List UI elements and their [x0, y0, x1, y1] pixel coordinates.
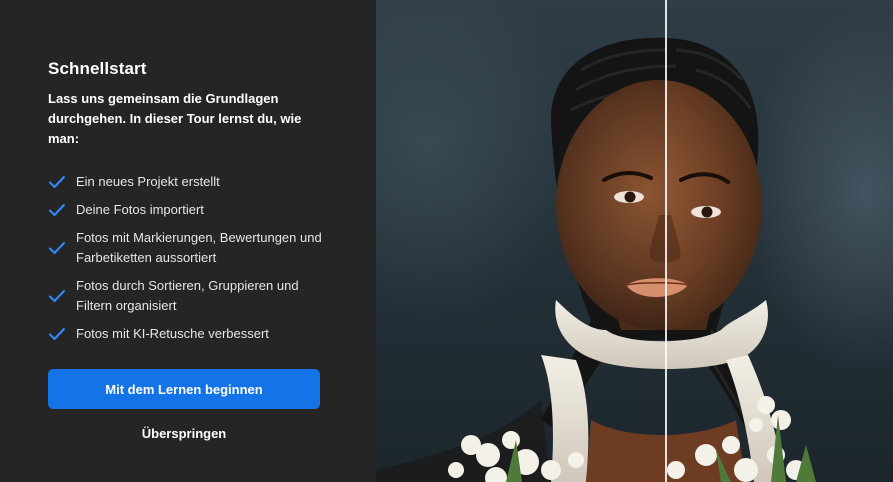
- checklist-item-label: Deine Fotos importiert: [76, 202, 204, 217]
- skip-button[interactable]: Überspringen: [48, 420, 320, 446]
- checklist-item: Deine Fotos importiert: [48, 200, 328, 220]
- checklist-item-label: Fotos durch Sortieren, Gruppieren und Fi…: [76, 278, 299, 313]
- checklist-item: Fotos mit KI-Retusche verbessert: [48, 324, 328, 344]
- quickstart-intro: Lass uns gemeinsam die Grundlagen durchg…: [48, 91, 302, 146]
- quickstart-panel: Schnellstart Lass uns gemeinsam die Grun…: [0, 0, 376, 482]
- checklist-item: Fotos mit Markierungen, Bewertungen und …: [48, 228, 328, 268]
- checklist-item-label: Ein neues Projekt erstellt: [76, 174, 220, 189]
- checklist-item: Ein neues Projekt erstellt: [48, 172, 328, 192]
- start-learning-button[interactable]: Mit dem Lernen beginnen: [48, 369, 320, 409]
- checkmark-icon: [49, 204, 65, 216]
- checklist-item-label: Fotos mit KI-Retusche verbessert: [76, 326, 269, 341]
- checklist-item-label: Fotos mit Markierungen, Bewertungen und …: [76, 230, 322, 265]
- before-after-divider[interactable]: [665, 0, 667, 482]
- quickstart-title: Schnellstart: [48, 59, 147, 78]
- checkmark-icon: [49, 328, 65, 340]
- checklist-item: Fotos durch Sortieren, Gruppieren und Fi…: [48, 276, 328, 316]
- checkmark-icon: [49, 242, 65, 254]
- portrait-illustration: [376, 37, 816, 482]
- checkmark-icon: [49, 290, 65, 302]
- before-after-photo: [376, 0, 893, 482]
- checkmark-icon: [49, 176, 65, 188]
